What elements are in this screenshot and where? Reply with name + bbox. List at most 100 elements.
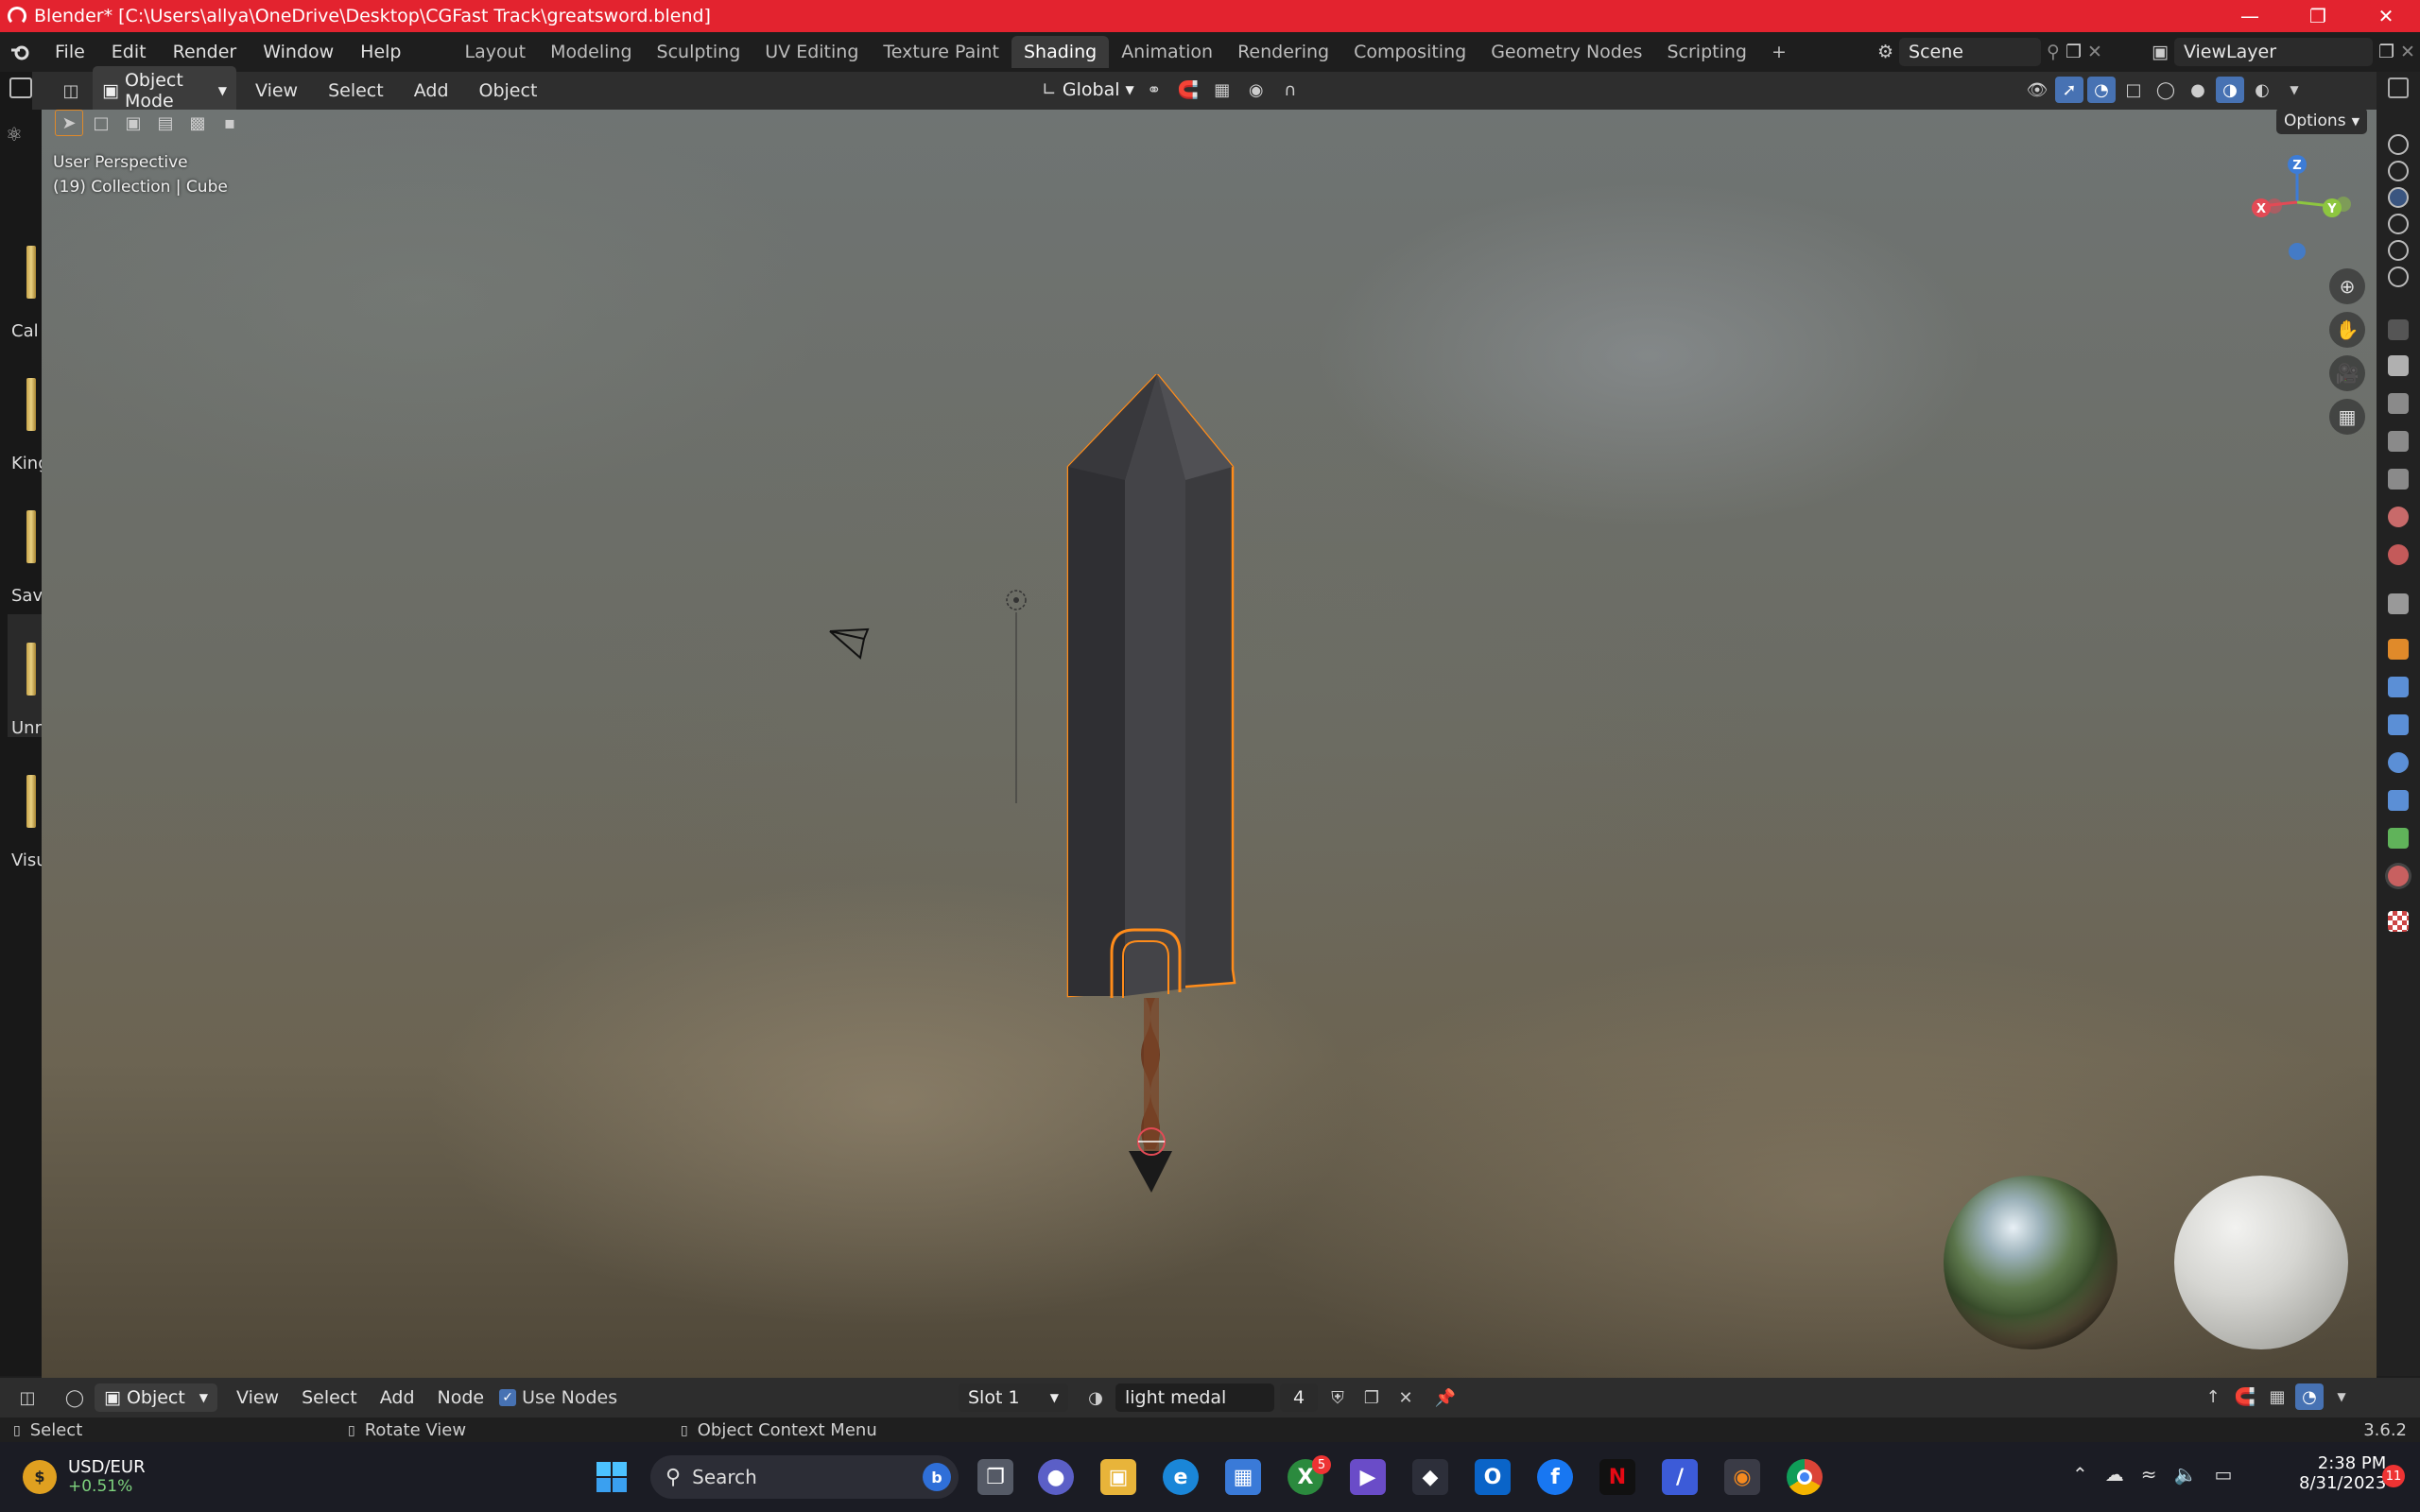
chrome-icon[interactable] bbox=[1787, 1459, 1823, 1495]
viewlayer-selector[interactable]: ViewLayer bbox=[2173, 38, 2373, 66]
outliner-icon[interactable] bbox=[2388, 77, 2409, 98]
menu-select[interactable]: Select bbox=[317, 77, 395, 105]
tab-layout[interactable]: Layout bbox=[453, 36, 539, 68]
xray-icon[interactable]: □ bbox=[2119, 77, 2148, 103]
windows-start-icon[interactable] bbox=[594, 1459, 630, 1495]
shader-menu-node[interactable]: Node bbox=[426, 1383, 496, 1412]
add-workspace-button[interactable]: + bbox=[1759, 36, 1799, 68]
snap-target-icon[interactable]: ▦ bbox=[1208, 77, 1236, 103]
file-explorer-icon[interactable]: ▣ bbox=[1100, 1459, 1136, 1495]
duplicate-material-icon[interactable]: ❐ bbox=[1357, 1384, 1386, 1411]
camera-toggle-icon[interactable] bbox=[2388, 240, 2409, 261]
shading-options-icon[interactable]: ▼ bbox=[2280, 77, 2308, 103]
tab-shading[interactable]: Shading bbox=[1011, 36, 1110, 68]
menu-help[interactable]: Help bbox=[347, 42, 414, 62]
pivot-icon[interactable]: ⚭ bbox=[1140, 77, 1168, 103]
shader-type-dropdown[interactable]: ▣ Object ▼ bbox=[95, 1383, 217, 1412]
linear-app-icon[interactable]: / bbox=[1662, 1459, 1698, 1495]
scene-icon[interactable]: ⚙ bbox=[1877, 42, 1893, 62]
viewlayer-icon[interactable]: ▣ bbox=[2152, 42, 2169, 62]
close-button[interactable]: ✕ bbox=[2352, 0, 2420, 32]
collection-properties-icon[interactable] bbox=[2388, 593, 2409, 614]
view-layer-properties-icon[interactable] bbox=[2388, 469, 2409, 490]
greatsword-model[interactable] bbox=[1034, 374, 1261, 1244]
modifier-wrench-icon[interactable] bbox=[2388, 677, 2409, 697]
physics-icon[interactable] bbox=[2388, 752, 2409, 773]
mode-dropdown[interactable]: ▣ Object Mode ▼ bbox=[93, 66, 236, 115]
camera-toggle-icon[interactable] bbox=[2388, 214, 2409, 234]
zoom-icon[interactable]: ⊕ bbox=[2329, 268, 2365, 304]
select-intersect-icon[interactable]: ▪ bbox=[216, 110, 244, 136]
snap-icon[interactable]: 🧲 bbox=[2231, 1383, 2259, 1410]
tab-texture-paint[interactable]: Texture Paint bbox=[871, 36, 1011, 68]
perspective-grid-icon[interactable]: ▦ bbox=[2329, 399, 2365, 435]
edge-icon[interactable]: e bbox=[1163, 1459, 1199, 1495]
file-browser-icon[interactable] bbox=[9, 77, 32, 98]
overlay-options-icon[interactable]: ▼ bbox=[2327, 1383, 2356, 1410]
scene-selector[interactable]: Scene bbox=[1899, 38, 2042, 66]
camera-view-icon[interactable]: 🎥 bbox=[2329, 355, 2365, 391]
menu-object[interactable]: Object bbox=[468, 77, 549, 105]
proportional-edit-icon[interactable]: ◉ bbox=[1242, 77, 1270, 103]
material-slot-dropdown[interactable]: Slot 1 ▼ bbox=[959, 1383, 1068, 1412]
bing-icon[interactable]: b bbox=[923, 1463, 951, 1491]
new-viewlayer-icon[interactable]: ❐ bbox=[2378, 42, 2394, 62]
snap-icon[interactable]: 🧲 bbox=[1174, 77, 1202, 103]
camera-toggle-icon[interactable] bbox=[2388, 134, 2409, 155]
timeline-editor-icon[interactable]: ◫ bbox=[13, 1384, 42, 1411]
editor-type-icon[interactable]: ◫ bbox=[57, 77, 85, 104]
blender-menu-icon[interactable] bbox=[0, 43, 42, 61]
tab-modeling[interactable]: Modeling bbox=[538, 36, 644, 68]
gizmo-toggle-icon[interactable]: ➚ bbox=[2055, 77, 2083, 103]
tool-properties-icon[interactable] bbox=[2388, 319, 2409, 340]
wireframe-shading-icon[interactable]: ◯ bbox=[2152, 77, 2180, 103]
asset-browser-icon[interactable]: ⚛ bbox=[6, 123, 28, 146]
list-item[interactable]: Unr bbox=[8, 614, 42, 738]
output-properties-icon[interactable] bbox=[2388, 431, 2409, 452]
new-scene-icon[interactable]: ❐ bbox=[2066, 42, 2082, 62]
object-properties-icon[interactable] bbox=[2388, 639, 2409, 660]
delete-viewlayer-icon[interactable]: ✕ bbox=[2400, 42, 2415, 62]
snap-grid-icon[interactable]: ▦ bbox=[2263, 1383, 2291, 1410]
visibility-icon[interactable]: 👁 bbox=[2023, 77, 2051, 103]
shader-menu-select[interactable]: Select bbox=[290, 1383, 369, 1412]
menu-add[interactable]: Add bbox=[403, 77, 460, 105]
select-subtract-icon[interactable]: ▤ bbox=[151, 110, 180, 136]
material-preview-shading-icon[interactable]: ◑ bbox=[2216, 77, 2244, 103]
menu-file[interactable]: File bbox=[42, 42, 98, 62]
select-invert-icon[interactable]: ▩ bbox=[183, 110, 212, 136]
light-object-icon[interactable] bbox=[1002, 586, 1030, 813]
list-item[interactable]: Cal bbox=[8, 217, 42, 341]
teams-chat-icon[interactable]: ● bbox=[1038, 1459, 1074, 1495]
tray-chevron-up-icon[interactable]: ⌃ bbox=[2072, 1463, 2088, 1486]
onedrive-cloud-icon[interactable]: ☁ bbox=[2105, 1463, 2124, 1486]
shader-menu-view[interactable]: View bbox=[225, 1383, 290, 1412]
unity-icon[interactable]: ◆ bbox=[1412, 1459, 1448, 1495]
select-box-tool-icon[interactable]: ➤ bbox=[55, 110, 83, 136]
tab-sculpting[interactable]: Sculpting bbox=[645, 36, 753, 68]
unlink-material-icon[interactable]: ✕ bbox=[1392, 1384, 1420, 1411]
overlay-toggle-icon[interactable]: ◔ bbox=[2087, 77, 2116, 103]
rendered-shading-icon[interactable]: ◐ bbox=[2248, 77, 2276, 103]
overlay-toggle-icon[interactable]: ◔ bbox=[2295, 1383, 2324, 1410]
camera-toggle-icon[interactable] bbox=[2388, 187, 2409, 208]
shader-menu-add[interactable]: Add bbox=[369, 1383, 426, 1412]
material-name-field[interactable]: light medal bbox=[1115, 1383, 1274, 1412]
orientation-dropdown[interactable]: Global ▼ bbox=[1063, 79, 1134, 100]
delete-scene-icon[interactable]: ✕ bbox=[2087, 42, 2102, 62]
volume-icon[interactable]: 🔈 bbox=[2174, 1463, 2198, 1486]
outlook-icon[interactable]: O bbox=[1475, 1459, 1511, 1495]
facebook-icon[interactable]: f bbox=[1537, 1459, 1573, 1495]
wifi-icon[interactable]: ≈ bbox=[2141, 1463, 2157, 1486]
select-extend-icon[interactable]: ▣ bbox=[119, 110, 147, 136]
clipchamp-icon[interactable]: ▶ bbox=[1350, 1459, 1386, 1495]
wrench-tool-icon[interactable] bbox=[2388, 355, 2409, 376]
menu-render[interactable]: Render bbox=[160, 42, 251, 62]
navigation-gizmo[interactable]: Z Y X bbox=[2244, 147, 2358, 261]
netflix-icon[interactable]: N bbox=[1599, 1459, 1635, 1495]
parent-node-tree-icon[interactable]: ↑ bbox=[2199, 1383, 2227, 1410]
menu-window[interactable]: Window bbox=[250, 42, 347, 62]
texture-properties-icon[interactable] bbox=[2388, 911, 2409, 932]
material-properties-icon[interactable] bbox=[2388, 866, 2409, 886]
ms-store-icon[interactable]: ▦ bbox=[1225, 1459, 1261, 1495]
